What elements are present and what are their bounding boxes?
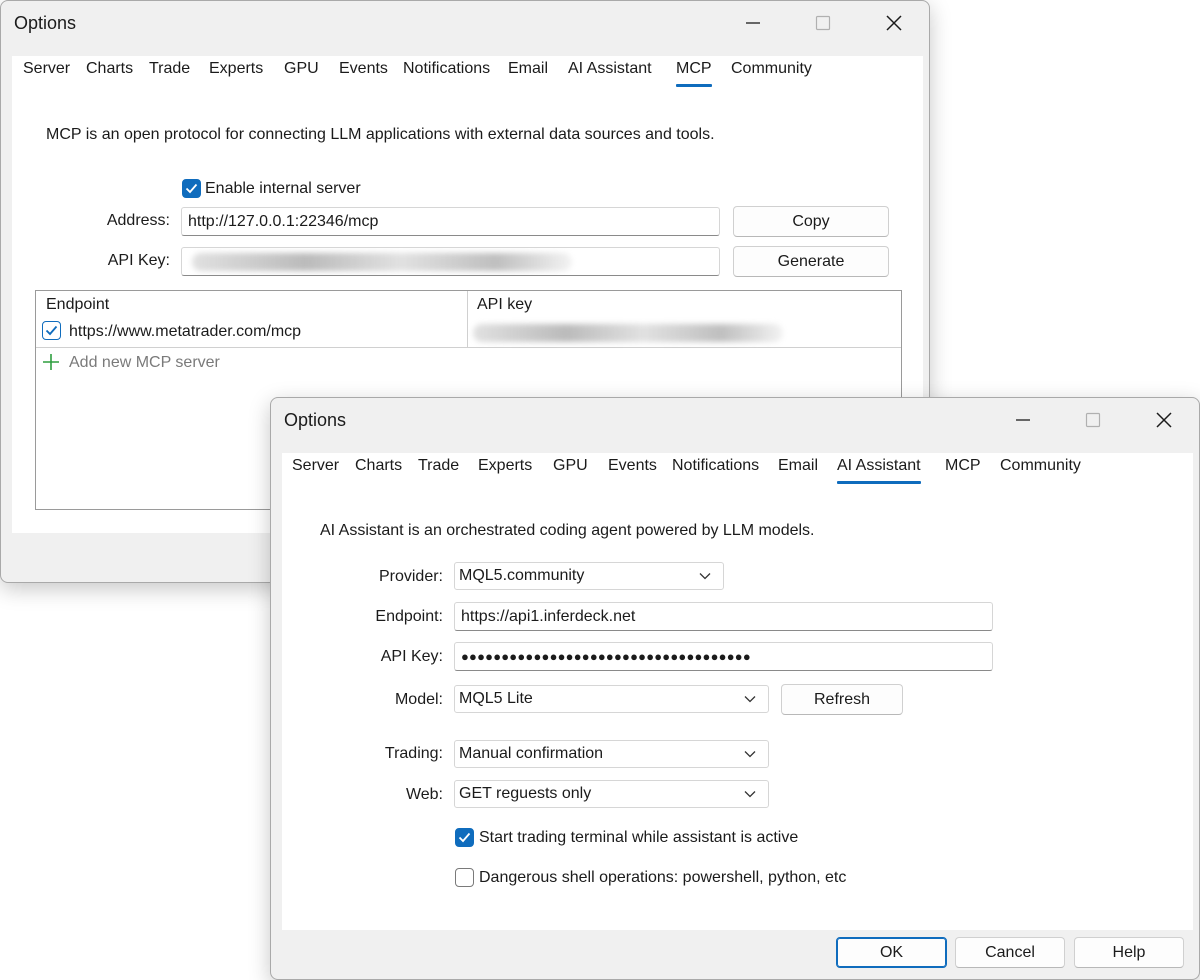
column-header-endpoint[interactable]: Endpoint	[46, 296, 109, 314]
web-value: GET reguests only	[459, 785, 592, 802]
help-button[interactable]: Help	[1074, 937, 1184, 968]
provider-value: MQL5.community	[459, 567, 585, 584]
row-endpoint: https://www.metatrader.com/mcp	[69, 323, 302, 340]
tab-charts[interactable]: Charts	[355, 457, 402, 475]
api-key-redacted	[192, 253, 572, 271]
provider-select[interactable]: MQL5.community	[454, 562, 724, 590]
tab-events[interactable]: Events	[339, 60, 388, 78]
dangerous-shell-checkbox[interactable]	[455, 868, 474, 887]
dangerous-shell-label: Dangerous shell operations: powershell, …	[479, 869, 847, 886]
tab-ai-assistant[interactable]: AI Assistant	[568, 60, 652, 78]
title-bar[interactable]: Options	[271, 398, 1199, 442]
plus-icon	[43, 354, 59, 370]
tab-gpu[interactable]: GPU	[284, 60, 319, 78]
tab-trade[interactable]: Trade	[418, 457, 459, 475]
trading-value: Manual confirmation	[459, 745, 604, 762]
endpoint-value: https://api1.inferdeck.net	[461, 607, 636, 625]
tab-experts[interactable]: Experts	[478, 457, 532, 475]
column-header-api-key[interactable]: API key	[477, 296, 532, 314]
tab-notifications[interactable]: Notifications	[672, 457, 759, 475]
trading-label: Trading:	[384, 745, 443, 762]
trading-select[interactable]: Manual confirmation	[454, 740, 769, 768]
minimize-button[interactable]	[730, 5, 776, 41]
tab-notifications[interactable]: Notifications	[403, 60, 490, 78]
tab-trade[interactable]: Trade	[149, 60, 190, 78]
checkmark-icon	[458, 832, 471, 843]
tab-experts[interactable]: Experts	[209, 60, 263, 78]
tab-community[interactable]: Community	[731, 60, 812, 78]
maximize-icon	[815, 15, 831, 31]
copy-button[interactable]: Copy	[733, 206, 889, 237]
api-key-label: API Key:	[380, 648, 443, 665]
chevron-down-icon	[744, 696, 756, 703]
api-key-field[interactable]	[181, 247, 720, 276]
endpoint-label: Endpoint:	[375, 608, 443, 625]
tab-ai-assistant[interactable]: AI Assistant	[837, 457, 921, 484]
tab-mcp[interactable]: MCP	[945, 457, 981, 475]
maximize-button[interactable]	[800, 5, 846, 41]
chevron-down-icon	[699, 573, 711, 580]
row-api-key-redacted	[473, 324, 783, 342]
title-bar[interactable]: Options	[1, 1, 929, 45]
api-key-field[interactable]: ●●●●●●●●●●●●●●●●●●●●●●●●●●●●●●●●●●●●	[454, 642, 993, 671]
web-label: Web:	[405, 786, 443, 803]
minimize-icon	[746, 22, 760, 24]
model-value: MQL5 Lite	[459, 690, 533, 707]
tab-server[interactable]: Server	[292, 457, 339, 475]
minimize-icon	[1016, 419, 1030, 421]
api-key-label: API Key:	[107, 252, 170, 269]
checkmark-icon	[45, 325, 58, 336]
checkmark-icon	[185, 183, 198, 194]
model-label: Model:	[394, 691, 443, 708]
tab-events[interactable]: Events	[608, 457, 657, 475]
table-row[interactable]: https://www.metatrader.com/mcp	[36, 319, 901, 348]
start-terminal-label: Start trading terminal while assistant i…	[479, 829, 799, 846]
tab-mcp[interactable]: MCP	[676, 60, 712, 87]
options-window-ai-assistant: Options Server Charts Trade Experts GPU …	[270, 397, 1200, 980]
ok-button[interactable]: OK	[836, 937, 947, 968]
maximize-icon	[1085, 412, 1101, 428]
close-icon	[1156, 412, 1172, 428]
row-checkbox[interactable]	[42, 321, 61, 340]
tab-email[interactable]: Email	[778, 457, 818, 475]
close-button[interactable]	[871, 5, 917, 41]
provider-label: Provider:	[378, 568, 443, 585]
add-mcp-server-row[interactable]: Add new MCP server	[36, 348, 901, 376]
chevron-down-icon	[744, 791, 756, 798]
mcp-description: MCP is an open protocol for connecting L…	[46, 126, 715, 143]
tab-community[interactable]: Community	[1000, 457, 1081, 475]
ai-assistant-panel: Server Charts Trade Experts GPU Events N…	[282, 453, 1193, 930]
window-title: Options	[14, 13, 77, 33]
close-icon	[886, 15, 902, 31]
ai-assistant-description: AI Assistant is an orchestrated coding a…	[320, 522, 815, 539]
address-label: Address:	[106, 212, 170, 229]
api-key-masked: ●●●●●●●●●●●●●●●●●●●●●●●●●●●●●●●●●●●●	[461, 649, 751, 664]
endpoint-field[interactable]: https://api1.inferdeck.net	[454, 602, 993, 631]
maximize-button[interactable]	[1070, 402, 1116, 438]
tab-gpu[interactable]: GPU	[553, 457, 588, 475]
close-button[interactable]	[1141, 402, 1187, 438]
web-select[interactable]: GET reguests only	[454, 780, 769, 808]
tab-email[interactable]: Email	[508, 60, 548, 78]
minimize-button[interactable]	[1000, 402, 1046, 438]
refresh-button[interactable]: Refresh	[781, 684, 903, 715]
tab-charts[interactable]: Charts	[86, 60, 133, 78]
address-field[interactable]: http://127.0.0.1:22346/mcp	[181, 207, 720, 236]
generate-button[interactable]: Generate	[733, 246, 889, 277]
address-value: http://127.0.0.1:22346/mcp	[188, 212, 379, 230]
start-terminal-checkbox[interactable]	[455, 828, 474, 847]
tab-server[interactable]: Server	[23, 60, 70, 78]
add-mcp-server-label: Add new MCP server	[69, 354, 220, 371]
enable-server-checkbox[interactable]	[182, 179, 201, 198]
cancel-button[interactable]: Cancel	[955, 937, 1065, 968]
enable-server-label: Enable internal server	[205, 180, 361, 197]
window-title: Options	[284, 410, 347, 430]
model-select[interactable]: MQL5 Lite	[454, 685, 769, 713]
chevron-down-icon	[744, 751, 756, 758]
